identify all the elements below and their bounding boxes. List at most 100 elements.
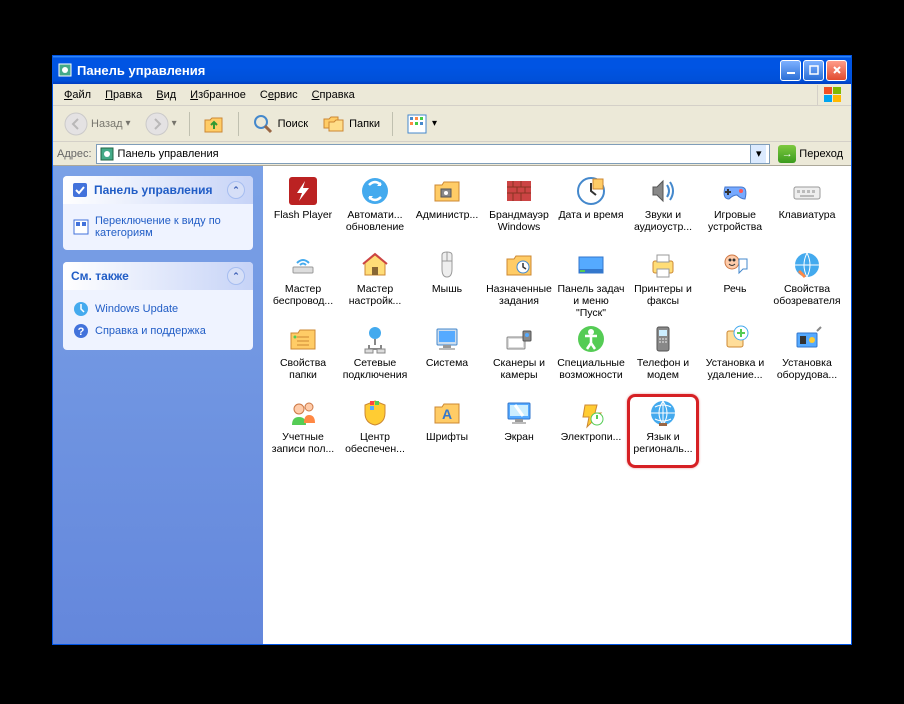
maximize-button[interactable] bbox=[803, 60, 824, 81]
cpl-item-phone-modem[interactable]: Телефон и модем bbox=[627, 320, 699, 394]
firewall-icon bbox=[503, 175, 535, 207]
game-icon bbox=[719, 175, 751, 207]
panel-control-panel: Панель управления ⌃ Переключение к виду … bbox=[63, 176, 253, 250]
panel-see-also: См. также ⌃ Windows Update ? Справка и п… bbox=[63, 262, 253, 350]
cpl-item-game-controllers[interactable]: Игровые устройства bbox=[699, 172, 771, 246]
cpl-item-regional[interactable]: Язык и региональ... bbox=[627, 394, 699, 468]
item-label: Специальные возможности bbox=[557, 357, 625, 381]
cpl-item-sounds[interactable]: Звуки и аудиоустр... bbox=[627, 172, 699, 246]
menu-help[interactable]: Справка bbox=[305, 87, 362, 103]
link-label: Переключение к виду по категориям bbox=[95, 215, 243, 239]
menu-tools[interactable]: Сервис bbox=[253, 87, 305, 103]
item-label: Свойства обозревателя bbox=[773, 283, 841, 307]
panel-header[interactable]: Панель управления ⌃ bbox=[63, 176, 253, 204]
mouse-icon bbox=[431, 249, 463, 281]
views-icon bbox=[405, 112, 429, 136]
sounds-icon bbox=[647, 175, 679, 207]
toolbar: Назад ▾ ▾ Поиск Папки ▾ bbox=[53, 106, 851, 142]
switch-view-link[interactable]: Переключение к виду по категориям bbox=[73, 212, 243, 242]
cpl-item-internet-options[interactable]: Свойства обозревателя bbox=[771, 246, 843, 320]
cpl-item-mouse[interactable]: Мышь bbox=[411, 246, 483, 320]
cpl-item-keyboard[interactable]: Клавиатура bbox=[771, 172, 843, 246]
link-label: Windows Update bbox=[95, 303, 178, 315]
search-icon bbox=[251, 112, 275, 136]
windows-flag-icon bbox=[817, 85, 847, 105]
up-button[interactable] bbox=[197, 109, 231, 139]
cpl-item-firewall[interactable]: Брандмауэр Windows bbox=[483, 172, 555, 246]
cpl-item-user-accounts[interactable]: Учетные записи пол... bbox=[267, 394, 339, 468]
panel-title: Панель управления bbox=[94, 183, 212, 197]
help-icon: ? bbox=[73, 323, 89, 339]
collapse-icon[interactable]: ⌃ bbox=[227, 267, 245, 285]
folders-icon bbox=[322, 112, 346, 136]
close-button[interactable] bbox=[826, 60, 847, 81]
window-icon bbox=[57, 62, 73, 78]
cpl-item-printers[interactable]: Принтеры и факсы bbox=[627, 246, 699, 320]
security-icon bbox=[359, 397, 391, 429]
menu-edit[interactable]: Правка bbox=[98, 87, 149, 103]
menu-view[interactable]: Вид bbox=[149, 87, 183, 103]
cpl-item-system[interactable]: Система bbox=[411, 320, 483, 394]
titlebar[interactable]: Панель управления bbox=[53, 56, 851, 84]
cpl-item-add-remove[interactable]: Установка и удаление... bbox=[699, 320, 771, 394]
item-label: Сетевые подключения bbox=[341, 357, 409, 381]
panel-title: См. также bbox=[71, 269, 129, 283]
checkmark-icon bbox=[71, 181, 89, 199]
flash-icon bbox=[287, 175, 319, 207]
autoupdate-icon bbox=[359, 175, 391, 207]
cpl-item-date-time[interactable]: Дата и время bbox=[555, 172, 627, 246]
cpl-item-power[interactable]: Электропи... bbox=[555, 394, 627, 468]
cpl-item-scanners[interactable]: Сканеры и камеры bbox=[483, 320, 555, 394]
cpl-item-setup-wizard[interactable]: Мастер настройк... bbox=[339, 246, 411, 320]
cpl-item-speech[interactable]: Речь bbox=[699, 246, 771, 320]
item-label: Учетные записи пол... bbox=[269, 431, 337, 455]
window-title: Панель управления bbox=[77, 63, 780, 78]
cpl-item-admin[interactable]: Администр... bbox=[411, 172, 483, 246]
views-dropdown-icon: ▾ bbox=[432, 118, 437, 129]
folders-button[interactable]: Папки bbox=[317, 109, 385, 139]
item-label: Язык и региональ... bbox=[630, 431, 696, 455]
cpl-item-folder-options[interactable]: Свойства папки bbox=[267, 320, 339, 394]
housenet-icon bbox=[359, 249, 391, 281]
address-value: Панель управления bbox=[118, 148, 747, 160]
back-icon bbox=[64, 112, 88, 136]
phone-icon bbox=[647, 323, 679, 355]
item-label: Речь bbox=[724, 283, 747, 295]
content-area: Панель управления ⌃ Переключение к виду … bbox=[53, 166, 851, 644]
cpl-item-scheduled-tasks[interactable]: Назначенные задания bbox=[483, 246, 555, 320]
cpl-item-wireless[interactable]: Мастер беспровод... bbox=[267, 246, 339, 320]
panel-header[interactable]: См. также ⌃ bbox=[63, 262, 253, 290]
tasks-icon bbox=[503, 249, 535, 281]
cpl-item-taskbar[interactable]: Панель задач и меню "Пуск" bbox=[555, 246, 627, 320]
back-button: Назад ▾ bbox=[59, 109, 136, 139]
item-label: Администр... bbox=[416, 209, 479, 221]
cpl-item-display[interactable]: Экран bbox=[483, 394, 555, 468]
address-field[interactable]: Панель управления ▾ bbox=[96, 144, 771, 164]
forward-icon bbox=[145, 112, 169, 136]
minimize-button[interactable] bbox=[780, 60, 801, 81]
toolbar-separator bbox=[238, 112, 239, 136]
address-icon bbox=[100, 147, 114, 161]
help-support-link[interactable]: ? Справка и поддержка bbox=[73, 320, 243, 342]
cpl-item-network[interactable]: Сетевые подключения bbox=[339, 320, 411, 394]
collapse-icon[interactable]: ⌃ bbox=[227, 181, 245, 199]
go-button[interactable]: → Переход bbox=[774, 145, 847, 163]
cpl-item-hardware[interactable]: Установка оборудова... bbox=[771, 320, 843, 394]
forward-button: ▾ bbox=[140, 109, 182, 139]
power-icon bbox=[575, 397, 607, 429]
cpl-item-auto-update[interactable]: Автомати... обновление bbox=[339, 172, 411, 246]
back-dropdown-icon: ▾ bbox=[126, 118, 131, 129]
cpl-item-flash-player[interactable]: Flash Player bbox=[267, 172, 339, 246]
window-buttons bbox=[780, 60, 847, 81]
menu-favorites[interactable]: Избранное bbox=[183, 87, 253, 103]
item-label: Система bbox=[426, 357, 468, 369]
printers-icon bbox=[647, 249, 679, 281]
views-button[interactable]: ▾ bbox=[400, 109, 442, 139]
cpl-item-fonts[interactable]: AШрифты bbox=[411, 394, 483, 468]
search-button[interactable]: Поиск bbox=[246, 109, 313, 139]
windows-update-link[interactable]: Windows Update bbox=[73, 298, 243, 320]
address-dropdown-icon[interactable]: ▾ bbox=[750, 145, 766, 163]
cpl-item-security-center[interactable]: Центр обеспечен... bbox=[339, 394, 411, 468]
cpl-item-accessibility[interactable]: Специальные возможности bbox=[555, 320, 627, 394]
menu-file[interactable]: Файл bbox=[57, 87, 98, 103]
